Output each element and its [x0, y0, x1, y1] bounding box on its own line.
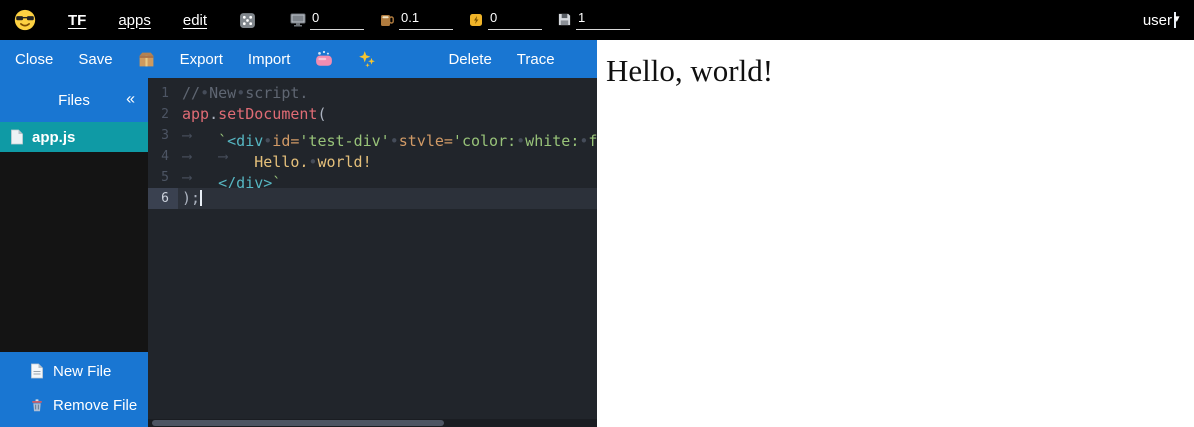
- export-button[interactable]: Export: [175, 45, 228, 74]
- line-number: 3: [148, 125, 178, 146]
- new-file-icon: [30, 363, 44, 379]
- editor-column: Close Save Export Import: [0, 40, 597, 427]
- sparkles-button[interactable]: [353, 44, 381, 74]
- file-item-appjs[interactable]: app.js: [0, 122, 148, 152]
- scrollbar-thumb[interactable]: [152, 420, 444, 426]
- stat-monitor: 0: [290, 10, 364, 29]
- preview-text: Hello, world!: [597, 40, 1194, 89]
- soap-button[interactable]: [310, 44, 338, 74]
- new-file-button[interactable]: New File: [0, 354, 148, 388]
- trace-button[interactable]: Trace: [512, 45, 560, 74]
- blank-button[interactable]: [396, 45, 428, 74]
- battery-icon: [468, 12, 484, 28]
- user-menu[interactable]: user▾: [1143, 12, 1194, 29]
- mug-icon: [379, 12, 395, 28]
- stat-value[interactable]: 0: [310, 10, 364, 29]
- code-line[interactable]: 5⟶</div>`: [148, 167, 597, 188]
- stat-value[interactable]: 0: [488, 10, 542, 29]
- editor-toolbar: Close Save Export Import: [0, 40, 597, 78]
- file-icon: [10, 129, 24, 145]
- topbar-stats: 0 0.1 0 1: [290, 10, 630, 29]
- sunglasses-face-icon[interactable]: [14, 9, 36, 31]
- code-line[interactable]: 1//•New•script.: [148, 83, 597, 104]
- close-button[interactable]: Close: [10, 45, 58, 74]
- new-file-label: New File: [53, 363, 111, 380]
- package-icon: [138, 51, 155, 68]
- remove-file-button[interactable]: Remove File: [0, 388, 148, 422]
- topbar-left: TF apps edit: [0, 9, 256, 31]
- stat-mug: 0.1: [379, 10, 453, 29]
- files-header-title: Files: [58, 92, 90, 109]
- line-number: 4: [148, 146, 178, 167]
- code-line-content: app.setDocument(: [178, 104, 327, 125]
- code-editor[interactable]: 1//•New•script.2app.setDocument(3⟶`<div•…: [148, 78, 597, 427]
- files-sidebar: Files « app.js: [0, 78, 148, 427]
- file-item-label: app.js: [32, 129, 75, 146]
- line-number: 2: [148, 104, 178, 125]
- code-line[interactable]: 6);: [148, 188, 597, 209]
- code-line-content: ⟶⟶Hello,•world!: [178, 146, 372, 167]
- line-number: 5: [148, 167, 178, 188]
- horizontal-scrollbar[interactable]: [148, 419, 597, 427]
- nav-link-edit[interactable]: edit: [183, 12, 207, 29]
- remove-file-icon: [30, 398, 44, 413]
- delete-button[interactable]: Delete: [443, 45, 496, 74]
- files-header: Files «: [0, 78, 148, 122]
- dot-grid-icon[interactable]: [239, 12, 256, 29]
- import-button[interactable]: Import: [243, 45, 296, 74]
- line-number: 1: [148, 83, 178, 104]
- floppy-icon: [557, 12, 572, 27]
- main-area: Close Save Export Import: [0, 40, 1194, 427]
- code-lines: 1//•New•script.2app.setDocument(3⟶`<div•…: [148, 78, 597, 209]
- sunglasses-face-icon: [14, 9, 36, 31]
- code-line-content: ⟶</div>`: [178, 167, 281, 188]
- monitor-icon: [290, 12, 306, 28]
- topbar: TF apps edit 0: [0, 0, 1194, 40]
- code-line[interactable]: 4⟶⟶Hello,•world!: [148, 146, 597, 167]
- line-number: 6: [148, 188, 178, 209]
- code-line-content: //•New•script.: [178, 83, 308, 104]
- stat-floppy: 1: [557, 10, 630, 29]
- nav-link-tf[interactable]: TF: [68, 12, 86, 29]
- collapse-sidebar-button[interactable]: «: [126, 91, 135, 109]
- soap-icon: [315, 50, 333, 68]
- user-menu-label: user: [1143, 12, 1172, 29]
- save-button[interactable]: Save: [73, 45, 117, 74]
- code-line-content: );: [178, 188, 202, 209]
- remove-file-label: Remove File: [53, 397, 137, 414]
- caret-down-icon: ▾: [1174, 12, 1176, 28]
- sidebar-actions: New File Remove File: [0, 352, 148, 427]
- sparkles-icon: [358, 50, 376, 68]
- stat-battery: 0: [468, 10, 542, 29]
- code-line[interactable]: 3⟶`<div•id='test-div'•style='color:•whit…: [148, 125, 597, 146]
- stat-value[interactable]: 0.1: [399, 10, 453, 29]
- code-line-content: ⟶`<div•id='test-div'•style='color:•white…: [178, 125, 597, 146]
- workspace: Files « app.js: [0, 78, 597, 427]
- file-list: [0, 152, 148, 352]
- preview-pane: Hello, world!: [597, 40, 1194, 427]
- code-line[interactable]: 2app.setDocument(: [148, 104, 597, 125]
- stat-value[interactable]: 1: [576, 10, 630, 29]
- text-cursor: [200, 190, 202, 206]
- package-button[interactable]: [133, 45, 160, 74]
- nav-link-apps[interactable]: apps: [118, 12, 151, 29]
